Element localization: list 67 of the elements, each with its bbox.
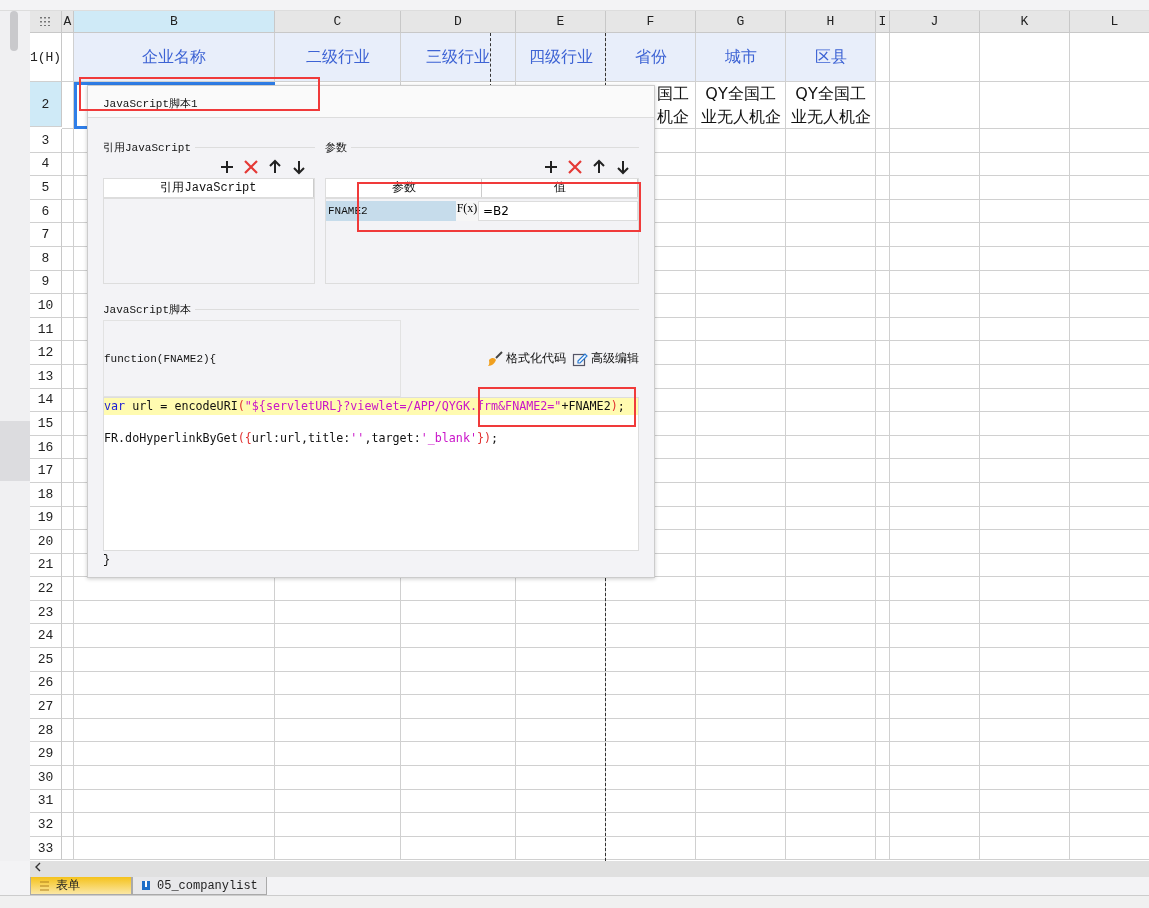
row-header[interactable]: 21	[30, 553, 62, 578]
column-header[interactable]: B	[74, 11, 275, 33]
function-signature: function(FNAME2){	[104, 352, 217, 365]
sheet-tab[interactable]: 05_companylist	[132, 877, 267, 895]
sheet-tab[interactable]: 表单	[30, 877, 132, 895]
row-header[interactable]: 23	[30, 600, 62, 625]
row-header[interactable]: 30	[30, 766, 62, 790]
row-header[interactable]: 2	[30, 82, 62, 127]
row-header[interactable]: 26	[30, 671, 62, 696]
column-header[interactable]: H	[786, 11, 876, 33]
row-header[interactable]: 3	[30, 129, 62, 153]
column-header[interactable]: E	[516, 11, 606, 33]
table-cell: 三级行业	[401, 33, 516, 82]
table-cell: 二级行业	[275, 33, 401, 82]
row-header[interactable]: 15	[30, 412, 62, 436]
dialog-title: JavaScript脚本1	[103, 98, 198, 110]
row-header[interactable]: 27	[30, 695, 62, 719]
row-header[interactable]: 20	[30, 530, 62, 554]
table-cell: 四级行业	[516, 33, 606, 82]
column-title: 引用JavaScript	[104, 179, 314, 197]
section-title: 参数	[325, 140, 347, 155]
column-header[interactable]: A	[62, 11, 74, 33]
table-cell: QY全国工 业无人机企	[786, 82, 876, 129]
row-header[interactable]: 7	[30, 223, 62, 247]
row-header[interactable]: 19	[30, 506, 62, 531]
row-header[interactable]: 5	[30, 176, 62, 200]
section-title: 引用JavaScript	[103, 140, 191, 155]
column-header[interactable]: L	[1070, 11, 1149, 33]
column-header[interactable]: D	[401, 11, 516, 33]
code-line: FR.doHyperlinkByGet({url:url,title:'',target:'_blank'});	[104, 430, 500, 447]
table-cell: QY全国工 业无人机企	[696, 82, 786, 129]
column-header[interactable]: J	[890, 11, 980, 33]
row-header[interactable]: 28	[30, 718, 62, 743]
column-header[interactable]: C	[275, 11, 401, 33]
value-field[interactable]: =B2	[478, 201, 638, 221]
row-header[interactable]: 13	[30, 364, 62, 389]
row-header[interactable]: 1(H)	[30, 33, 62, 82]
row-header[interactable]: 25	[30, 648, 62, 672]
row-header[interactable]: 9	[30, 270, 62, 295]
row-header[interactable]: 14	[30, 388, 62, 413]
section-title: JavaScript脚本	[103, 302, 191, 317]
row-header[interactable]: 16	[30, 435, 62, 460]
table-cell: 区县	[786, 33, 876, 82]
row-header[interactable]: 17	[30, 459, 62, 483]
closing-brace: }	[103, 553, 111, 567]
table-cell: 省份	[606, 33, 696, 82]
row-header[interactable]: 32	[30, 813, 62, 837]
column-header[interactable]: F	[606, 11, 696, 33]
table-cell: 城市	[696, 33, 786, 82]
row-header[interactable]: 12	[30, 341, 62, 365]
column-header[interactable]: K	[980, 11, 1070, 33]
row-header[interactable]: 29	[30, 742, 62, 767]
row-header[interactable]: 6	[30, 199, 62, 224]
row-header[interactable]: 18	[30, 482, 62, 507]
table-cell: 企业名称	[74, 33, 275, 82]
column-header[interactable]: I	[876, 11, 890, 33]
row-header[interactable]: 24	[30, 624, 62, 649]
format-code-button[interactable]: 格式化代码	[487, 350, 566, 367]
row-header[interactable]: 33	[30, 836, 62, 861]
row-header[interactable]: 11	[30, 317, 62, 342]
advanced-edit-button[interactable]: 高级编辑	[572, 350, 639, 367]
column-header[interactable]: G	[696, 11, 786, 33]
row-header[interactable]: 22	[30, 577, 62, 601]
row-header[interactable]: 4	[30, 152, 62, 177]
row-header[interactable]: 31	[30, 789, 62, 814]
row-header[interactable]: 8	[30, 246, 62, 271]
row-header[interactable]: 10	[30, 294, 62, 318]
